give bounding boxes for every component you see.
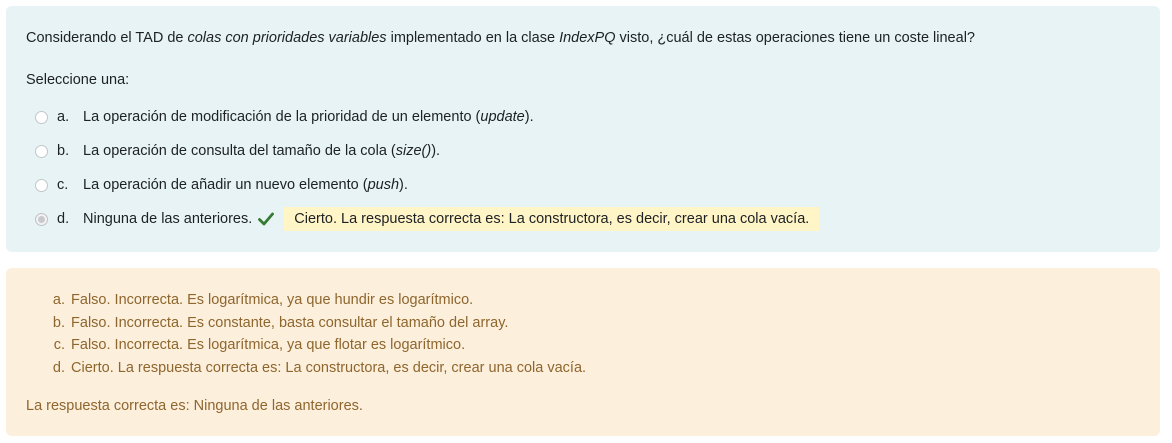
list-item: a. Falso. Incorrecta. Es logarítmica, ya… bbox=[52, 292, 474, 308]
radio-button-b[interactable] bbox=[35, 144, 48, 158]
answer-text: La operación de añadir un nuevo elemento… bbox=[83, 177, 408, 193]
answer-letter: b. bbox=[57, 143, 70, 159]
radio-button-c[interactable] bbox=[35, 178, 48, 192]
answer-option-b[interactable]: b. La operación de consulta del tamaño d… bbox=[26, 134, 1140, 168]
correct-check-icon bbox=[258, 212, 275, 226]
select-one-label: Seleccione una: bbox=[26, 72, 130, 88]
answer-letter: d. bbox=[57, 211, 70, 227]
answer-text: La operación de modificación de la prior… bbox=[83, 109, 534, 125]
answer-option-c[interactable]: c. La operación de añadir un nuevo eleme… bbox=[26, 168, 1140, 202]
answer-option-d[interactable]: d. Ninguna de las anteriores. Cierto. La… bbox=[26, 202, 1140, 236]
question-panel: Considerando el TAD de colas con priorid… bbox=[6, 6, 1160, 252]
answer-options: a. La operación de modificación de la pr… bbox=[26, 100, 1140, 236]
list-item: d. Cierto. La respuesta correcta es: La … bbox=[52, 359, 587, 376]
answer-text: Ninguna de las anteriores. bbox=[83, 211, 253, 227]
radio-dot bbox=[38, 215, 45, 223]
answer-letter: a. bbox=[57, 109, 70, 125]
specific-feedback: Cierto. La respuesta correcta es: La con… bbox=[284, 207, 820, 231]
question-prompt: Considerando el TAD de colas con priorid… bbox=[26, 30, 975, 46]
feedback-list: a. Falso. Incorrecta. Es logarítmica, ya… bbox=[26, 289, 1140, 379]
list-item: c. Falso. Incorrecta. Es logarítmica, ya… bbox=[53, 337, 466, 353]
list-item: b. Falso. Incorrecta. Es constante, bast… bbox=[52, 314, 509, 331]
radio-button-a[interactable] bbox=[35, 110, 48, 124]
answer-option-a[interactable]: a. La operación de modificación de la pr… bbox=[26, 100, 1140, 134]
general-feedback-panel: a. Falso. Incorrecta. Es logarítmica, ya… bbox=[6, 268, 1160, 436]
radio-button-d-selected[interactable] bbox=[35, 212, 48, 226]
right-answer-text: La respuesta correcta es: Ninguna de las… bbox=[26, 398, 363, 414]
answer-text: La operación de consulta del tamaño de l… bbox=[83, 143, 441, 159]
answer-letter: c. bbox=[57, 177, 69, 193]
